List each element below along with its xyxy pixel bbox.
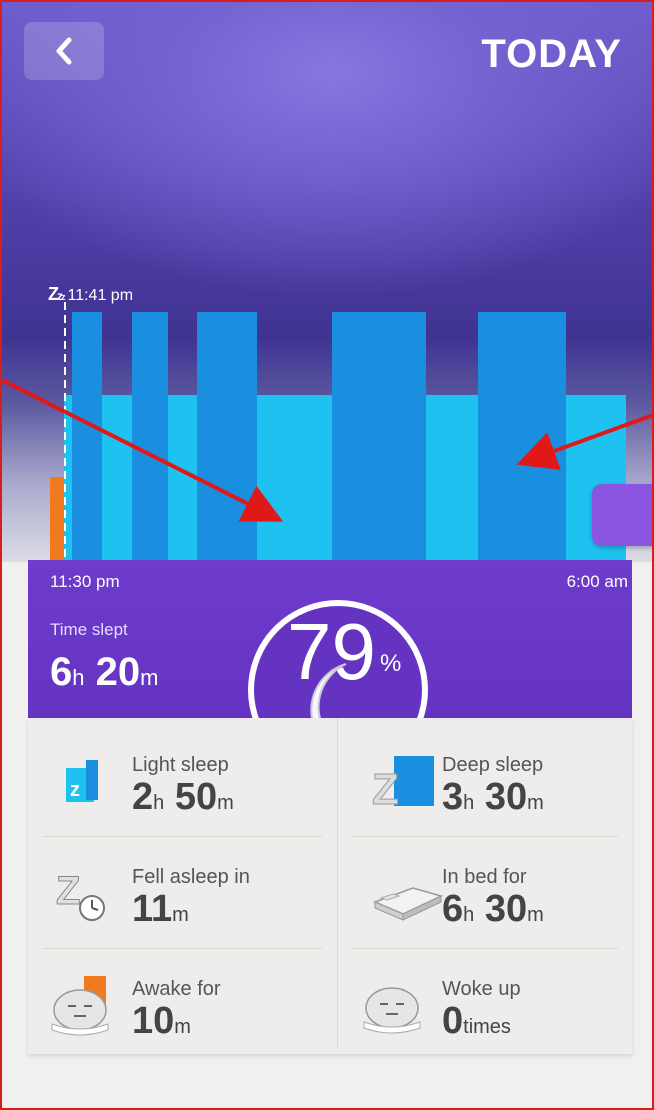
svg-text:Z: Z — [56, 869, 80, 913]
stat-light-sleep[interactable]: z Light sleep 2h 50m — [28, 726, 328, 836]
stat-value: 0times — [442, 1000, 511, 1043]
range-end-time: 6:00 am — [566, 572, 628, 591]
sleep-chart-svg — [50, 302, 626, 562]
stat-unit: m — [172, 904, 189, 926]
bed-icon — [372, 887, 444, 921]
stat-label: In bed for — [442, 866, 527, 888]
deep-sleep-bar — [332, 312, 426, 562]
stat-value: 11m — [132, 888, 189, 931]
stat-unit: times — [463, 1016, 511, 1038]
sleep-start-label: Zzz 11:41 pm — [48, 284, 133, 305]
deep-sleep-bar — [478, 312, 566, 562]
stat-unit: m — [217, 792, 234, 814]
divider — [42, 836, 322, 837]
deep-sleep-bar — [197, 312, 257, 562]
fell-asleep-icon: Z — [56, 869, 105, 921]
stat-woke-up[interactable]: Woke up 0times — [338, 950, 638, 1060]
stat-unit: m — [527, 904, 544, 926]
deep-sleep-icon: Z — [372, 756, 434, 815]
stat-label: Light sleep — [132, 754, 229, 776]
stat-label: Awake for — [132, 978, 221, 1000]
screen: TODAY Zzz 11:41 pm 11:30 pm 6:00 am Time… — [0, 0, 654, 1110]
stat-unit: h — [463, 904, 475, 926]
divider — [352, 836, 618, 837]
time-slept-hours: 6 — [50, 650, 73, 694]
stat-fell-asleep[interactable]: Z Fell asleep in 11m — [28, 838, 328, 948]
svg-text:Z: Z — [372, 765, 399, 814]
svg-text:z: z — [70, 779, 80, 801]
stat-value-main: 10 — [132, 1000, 175, 1042]
stat-deep-sleep[interactable]: Z Deep sleep 3h 30m — [338, 726, 638, 836]
time-slept-label: Time slept — [50, 620, 128, 639]
stat-awake-for[interactable]: Awake for 10m — [28, 950, 328, 1060]
moon-icon — [616, 502, 630, 528]
stat-value-main: 0 — [442, 1000, 464, 1042]
stat-value-main: 3 — [442, 776, 464, 818]
stat-label: Fell asleep in — [132, 866, 250, 888]
divider — [42, 948, 322, 949]
awake-bar — [50, 477, 64, 562]
chevron-left-icon — [56, 37, 72, 65]
time-slept-minutes: 20 — [95, 650, 141, 694]
stat-unit: h — [153, 792, 165, 814]
light-sleep-icon: z — [66, 760, 98, 802]
stat-value-main: 6 — [442, 888, 464, 930]
moon-tab-button[interactable] — [592, 484, 652, 546]
stat-value-main: 11 — [132, 888, 173, 930]
zzz-icon: Zzz — [48, 284, 65, 304]
sleep-start-time: 11:41 pm — [67, 287, 134, 304]
sleep-chart[interactable] — [2, 272, 652, 562]
stat-value: 3h 30m — [442, 776, 544, 819]
stat-label: Woke up — [442, 978, 521, 1000]
stat-value: 2h 50m — [132, 776, 234, 819]
divider — [352, 948, 618, 949]
woke-up-face-icon — [363, 987, 421, 1034]
stat-unit: m — [527, 792, 544, 814]
stat-unit: m — [174, 1016, 191, 1038]
awake-face-icon — [51, 976, 109, 1036]
stat-value: 10m — [132, 1000, 191, 1043]
stat-value: 6h 30m — [442, 888, 544, 931]
stat-in-bed[interactable]: In bed for 6h 30m — [338, 838, 638, 948]
page-title: TODAY — [481, 32, 622, 76]
stat-value-second: 50 — [174, 776, 218, 818]
stat-value-second: 30 — [484, 888, 528, 930]
sleep-stats-card: z Light sleep 2h 50m Z Deep sleep 3h 30m… — [28, 718, 632, 1054]
stat-value-main: 2 — [132, 776, 154, 818]
range-start-time: 11:30 pm — [50, 572, 120, 591]
deep-sleep-bar — [72, 312, 102, 562]
time-slept-value: 6h 20m — [50, 650, 159, 694]
back-button[interactable] — [24, 22, 104, 80]
stat-label: Deep sleep — [442, 754, 544, 776]
deep-sleep-bar — [132, 312, 168, 562]
stat-value-second: 30 — [484, 776, 528, 818]
stat-unit: h — [463, 792, 475, 814]
